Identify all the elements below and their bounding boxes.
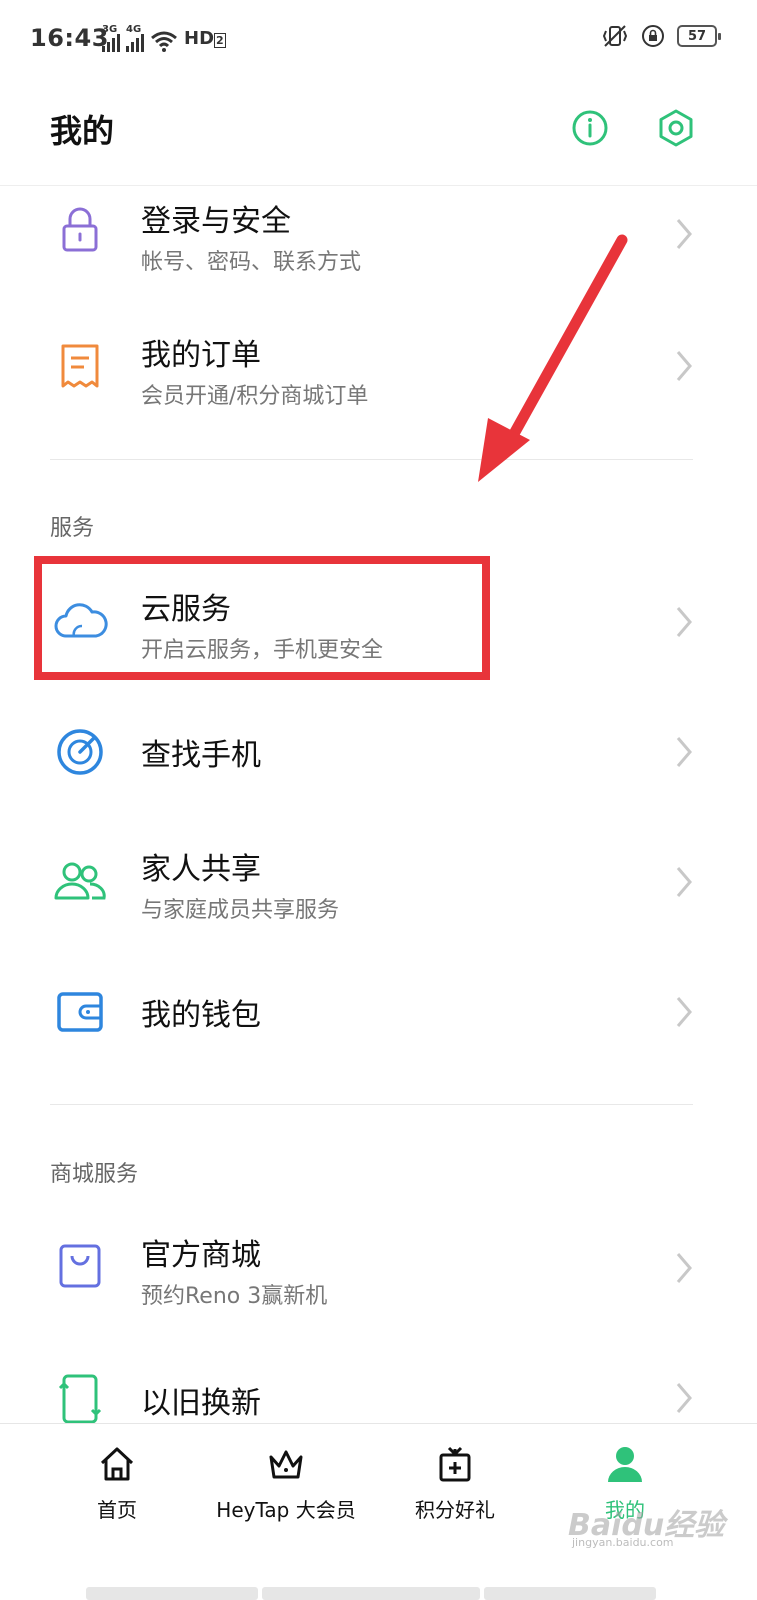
page-title: 我的 — [50, 112, 115, 150]
status-right-icons: 57 — [601, 24, 721, 48]
menu-item-subtitle: 会员开通/积分商城订单 — [141, 384, 369, 409]
menu-item-my-wallet[interactable]: 我的钱包 — [0, 952, 757, 1072]
chevron-right-icon — [676, 351, 692, 381]
menu-item-my-orders[interactable]: 我的订单 会员开通/积分商城订单 — [0, 308, 757, 428]
network-type-label: 4G — [126, 24, 142, 35]
menu-item-official-mall[interactable]: 官方商城 预约Reno 3赢新机 — [0, 1208, 757, 1328]
crown-icon — [269, 1450, 303, 1479]
receipt-icon — [61, 344, 99, 388]
rotation-lock-icon — [642, 25, 664, 47]
chevron-right-icon — [676, 607, 692, 637]
nav-tab-label: 积分好礼 — [415, 1498, 495, 1522]
battery-icon: 57 — [677, 25, 721, 47]
annotation-highlight-box — [34, 556, 490, 680]
chevron-right-icon — [676, 867, 692, 897]
gift-icon — [439, 1446, 471, 1482]
section-label-mall-services: 商城服务 — [50, 1162, 139, 1187]
nav-tab-label: HeyTap 大会员 — [216, 1498, 356, 1522]
status-network-icons: 3G 4G HD 2 — [102, 24, 226, 52]
hd-sub-label: 2 — [214, 33, 226, 48]
settings-icon[interactable] — [656, 108, 696, 148]
hd-label: HD — [184, 28, 215, 49]
nav-tab-home[interactable]: 首页 — [57, 1424, 177, 1544]
gesture-bar-segment — [484, 1587, 656, 1600]
menu-item-title: 登录与安全 — [141, 204, 291, 239]
menu-item-login-security[interactable]: 登录与安全 帐号、密码、联系方式 — [0, 176, 757, 296]
signal-3g-icon: 3G — [102, 24, 120, 52]
menu-item-title: 家人共享 — [141, 852, 261, 887]
menu-item-find-phone[interactable]: 查找手机 — [0, 692, 757, 812]
watermark-url: jingyan.baidu.com — [572, 1536, 674, 1549]
divider — [50, 1104, 693, 1105]
page-header: 我的 — [0, 80, 757, 186]
vibrate-icon — [602, 25, 628, 47]
radar-icon — [57, 729, 103, 775]
chevron-right-icon — [676, 737, 692, 767]
wifi-icon — [151, 31, 177, 52]
watermark: Baidu经验 jingyan.baidu.com — [568, 1500, 743, 1550]
menu-item-title: 查找手机 — [141, 738, 261, 773]
person-icon — [608, 1447, 642, 1482]
nav-tab-label: 首页 — [97, 1498, 137, 1522]
menu-item-subtitle: 预约Reno 3赢新机 — [141, 1284, 328, 1309]
hd-voice-icon: HD 2 — [184, 28, 226, 52]
nav-tab-points-gifts[interactable]: 积分好礼 — [395, 1424, 515, 1544]
chevron-right-icon — [676, 219, 692, 249]
menu-item-title: 官方商城 — [141, 1238, 261, 1273]
info-icon[interactable] — [570, 108, 610, 148]
menu-item-subtitle: 帐号、密码、联系方式 — [141, 250, 362, 275]
status-bar: 16:43 3G 4G HD 2 57 — [0, 0, 757, 80]
home-icon — [100, 1447, 134, 1481]
menu-item-title: 以旧换新 — [141, 1386, 261, 1421]
wallet-icon — [57, 992, 103, 1032]
status-time: 16:43 — [30, 24, 109, 52]
chevron-right-icon — [676, 997, 692, 1027]
shopping-bag-icon — [59, 1244, 101, 1288]
gesture-bar-segment — [262, 1587, 480, 1600]
family-icon — [54, 862, 106, 900]
menu-item-subtitle: 与家庭成员共享服务 — [141, 898, 340, 923]
section-label-services: 服务 — [50, 516, 95, 541]
chevron-right-icon — [676, 1383, 692, 1413]
menu-item-family-sharing[interactable]: 家人共享 与家庭成员共享服务 — [0, 822, 757, 942]
signal-4g-icon: 4G — [126, 24, 144, 52]
menu-item-trade-in[interactable]: 以旧换新 — [0, 1338, 757, 1423]
network-type-label: 3G — [102, 24, 118, 35]
chevron-right-icon — [676, 1253, 692, 1283]
annotation-arrow-icon — [478, 234, 628, 482]
nav-tab-heytap-membership[interactable]: HeyTap 大会员 — [206, 1424, 366, 1544]
battery-level: 57 — [687, 28, 707, 44]
menu-item-title: 我的订单 — [141, 338, 261, 373]
bottom-nav: 首页 HeyTap 大会员 积分好礼 我的 — [0, 1423, 757, 1574]
gesture-bar-segment — [86, 1587, 258, 1600]
lock-icon — [62, 207, 98, 252]
menu-item-title: 我的钱包 — [141, 998, 261, 1033]
trade-in-phone-icon — [58, 1374, 102, 1423]
